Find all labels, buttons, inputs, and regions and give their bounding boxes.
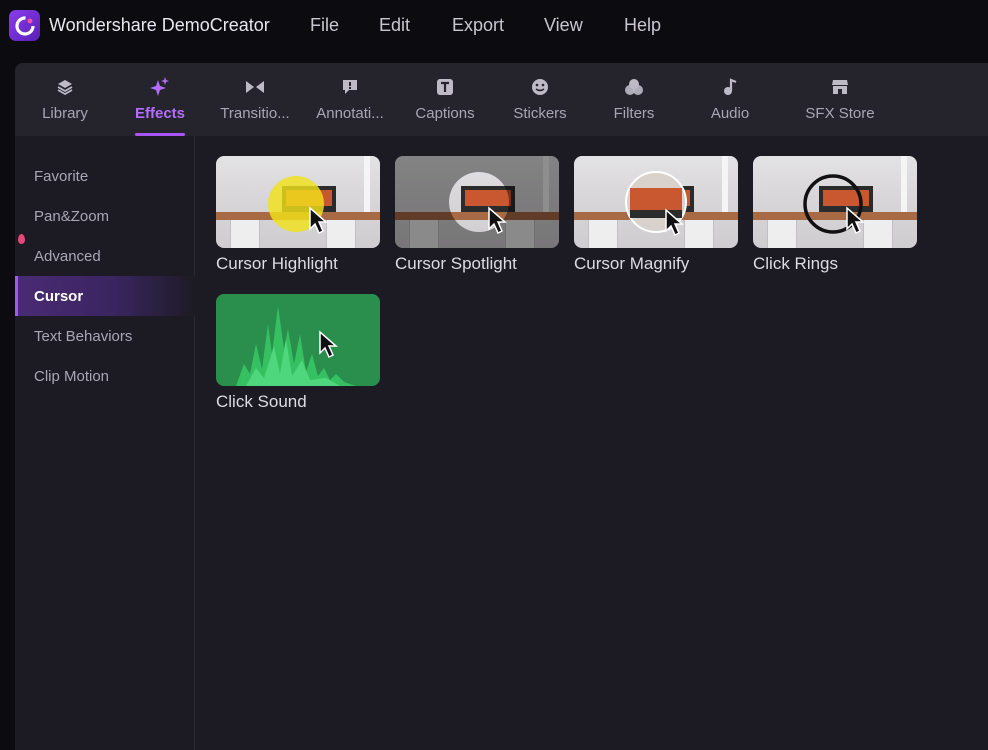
- sidebar-item-clip-motion[interactable]: Clip Motion: [15, 356, 195, 396]
- transition-icon: [245, 77, 265, 97]
- app-title: Wondershare DemoCreator: [49, 15, 270, 35]
- tab-label: Filters: [613, 105, 655, 122]
- tab-effects[interactable]: Effects: [135, 63, 185, 136]
- tab-library[interactable]: Library: [33, 63, 97, 136]
- sidebar-item-pan-zoom[interactable]: Pan&Zoom: [15, 196, 195, 236]
- tab-label: Annotati...: [316, 105, 384, 122]
- effect-thumbnail: [216, 156, 380, 248]
- tab-filters[interactable]: Filters: [611, 63, 657, 136]
- tab-label: Effects: [134, 105, 186, 122]
- store-icon: [831, 77, 849, 97]
- effect-card-click-rings[interactable]: Click Rings: [753, 156, 917, 274]
- new-badge-icon: [18, 234, 25, 244]
- effect-thumbnail: [395, 156, 559, 248]
- effect-label: Cursor Highlight: [216, 254, 338, 273]
- music-note-icon: [722, 77, 738, 97]
- menu-export[interactable]: Export: [452, 15, 504, 36]
- effect-thumbnail: [574, 156, 738, 248]
- menu-file[interactable]: File: [310, 15, 339, 36]
- layers-icon: [56, 77, 74, 97]
- tab-captions[interactable]: Captions: [413, 63, 477, 136]
- sparkle-icon: [150, 77, 170, 97]
- effect-label: Cursor Magnify: [574, 254, 690, 273]
- title-bar: Wondershare DemoCreator File Edit Export…: [0, 0, 988, 52]
- tab-label: Transitio...: [220, 105, 290, 122]
- sidebar-item-favorite[interactable]: Favorite: [15, 156, 195, 196]
- annotation-icon: [341, 77, 359, 97]
- app-logo-icon: [9, 10, 40, 41]
- effect-card-cursor-magnify[interactable]: Cursor Magnify: [574, 156, 738, 274]
- tab-sfx-store[interactable]: SFX Store: [805, 63, 875, 136]
- menu-help[interactable]: Help: [624, 15, 661, 36]
- effect-label: Click Sound: [216, 392, 307, 411]
- menu-view[interactable]: View: [544, 15, 583, 36]
- tab-annotations[interactable]: Annotati...: [315, 63, 385, 136]
- effect-label: Cursor Spotlight: [395, 254, 517, 273]
- filters-icon: [624, 77, 644, 97]
- tab-label: Captions: [415, 105, 475, 122]
- tab-transitions[interactable]: Transitio...: [219, 63, 291, 136]
- tab-label: Library: [42, 105, 88, 122]
- sidebar-item-cursor[interactable]: Cursor: [15, 276, 195, 316]
- tab-label: Audio: [710, 105, 750, 122]
- effect-thumbnail: [753, 156, 917, 248]
- tab-audio[interactable]: Audio: [709, 63, 751, 136]
- tab-stickers[interactable]: Stickers: [511, 63, 569, 136]
- menu-edit[interactable]: Edit: [379, 15, 410, 36]
- sidebar-item-text-behaviors[interactable]: Text Behaviors: [15, 316, 195, 356]
- tab-label: SFX Store: [805, 105, 875, 122]
- sidebar-item-advanced[interactable]: Advanced: [15, 236, 195, 276]
- effect-thumbnail: [216, 294, 380, 386]
- tab-bar: Library Effects Transitio... Annotati...: [15, 63, 988, 136]
- captions-icon: [436, 77, 454, 97]
- effect-card-cursor-spotlight[interactable]: Cursor Spotlight: [395, 156, 559, 274]
- effect-card-cursor-highlight[interactable]: Cursor Highlight: [216, 156, 380, 274]
- category-sidebar: Favorite Pan&Zoom Advanced Cursor Text B…: [15, 136, 195, 750]
- tab-label: Stickers: [513, 105, 567, 122]
- effect-label: Click Rings: [753, 254, 839, 273]
- effects-panel: Library Effects Transitio... Annotati...: [15, 63, 988, 750]
- sticker-icon: [531, 77, 549, 97]
- effect-card-click-sound[interactable]: Click Sound: [216, 294, 380, 412]
